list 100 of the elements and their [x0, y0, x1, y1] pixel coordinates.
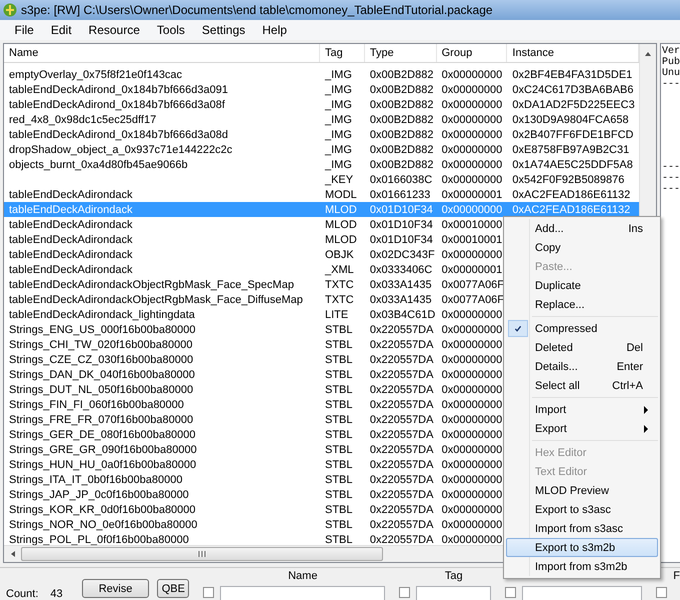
menu-item[interactable]: Export to s3m2b: [506, 538, 658, 557]
table-cell-text: 0x00000000: [440, 414, 504, 426]
table-cell-text: 0x0077A06F: [440, 294, 506, 306]
table-cell-text: 0x00000000: [440, 398, 504, 410]
table-cell-text: STBL: [324, 458, 354, 470]
table-cell-text: 0x00000000: [440, 174, 504, 186]
menu-item[interactable]: Import from s3asc: [506, 519, 658, 538]
menu-item[interactable]: Compressed: [506, 319, 658, 338]
column-header[interactable]: Type: [364, 44, 437, 62]
table-cell-text: STBL: [324, 368, 354, 380]
table-cell-text: tableEndDeckAdirondack_lightingdata: [8, 308, 196, 320]
table-cell-text: 0x00000000: [440, 84, 504, 96]
table-cell-text: STBL: [324, 354, 354, 366]
checkbox[interactable]: [505, 587, 516, 598]
table-cell-text: Strings_DUT_NL_050f16b00ba80000: [8, 384, 194, 396]
table-cell-text: Strings_CZE_CZ_030f16b00ba80000: [8, 354, 194, 366]
table-cell-text: 0x00000000: [440, 384, 504, 396]
table-cell-text: 0x2B407FF6FDE1BFCD: [511, 128, 634, 140]
table-cell-text: Strings_ENG_US_000f16b00ba80000: [8, 324, 197, 336]
table-row[interactable]: red_4x8_0x98dc1c5ec25dff17 _IMG 0x00B2D882 0x00000000 0x130D9A9804FCA658: [4, 112, 639, 127]
table-row[interactable]: tableEndDeckAdirond_0x184b7bf666d3a091 _IMG 0x00B2D882 0x00000000 0xC24C617D3BA6BAB6: [4, 82, 639, 97]
table-cell-text: 0x00B2D882: [368, 144, 434, 156]
menu-item[interactable]: Duplicate: [506, 276, 658, 295]
menu-item[interactable]: Replace...: [506, 295, 658, 314]
table-cell-text: 0x00B2D882: [368, 68, 434, 80]
table-cell-text: tableEndDeckAdirondack: [8, 264, 134, 276]
menu-item[interactable]: Resource: [80, 23, 148, 37]
menu-item[interactable]: Copy: [506, 238, 658, 257]
menu-item[interactable]: Export to s3asc: [506, 500, 658, 519]
menu-item[interactable]: Tools: [148, 23, 194, 37]
menu-item[interactable]: Details... Enter: [506, 357, 658, 376]
table-cell-text: emptyOverlay_0x75f8f21e0f143cac: [8, 68, 184, 80]
scroll-thumb[interactable]: [21, 547, 383, 561]
checkbox[interactable]: [203, 587, 214, 598]
column-header[interactable]: Tag: [320, 44, 365, 62]
filter-field[interactable]: [416, 586, 492, 600]
menu-item[interactable]: Deleted Del: [506, 338, 658, 357]
table-row[interactable]: emptyOverlay_0x75f8f21e0f143cac _IMG 0x00B2D882 0x00000000 0x2BF4EB4FA31D5DE1: [4, 67, 639, 82]
count-value: 43: [50, 588, 63, 600]
qbe-button[interactable]: QBE: [157, 579, 190, 598]
table-cell-text: 0x00000000: [440, 444, 504, 456]
column-header[interactable]: Group: [436, 44, 508, 62]
table-cell-text: STBL: [324, 338, 354, 350]
table-cell-text: _IMG: [324, 98, 353, 110]
table-cell-text: _IMG: [324, 158, 353, 170]
table-cell-text: 0x00000001: [440, 264, 504, 276]
table-cell-text: STBL: [324, 414, 354, 426]
table-cell-text: 0x0333406C: [368, 264, 434, 276]
table-cell-text: 0x00B2D882: [368, 158, 434, 170]
revise-button[interactable]: Revise: [82, 579, 150, 598]
menu-item[interactable]: Import: [506, 400, 658, 419]
table-cell-text: STBL: [324, 444, 354, 456]
table-cell-text: _XML: [324, 264, 355, 276]
table-cell-text: 0x01661233: [368, 188, 432, 200]
filter-field[interactable]: [220, 586, 386, 600]
checkbox[interactable]: [399, 587, 410, 598]
app-icon: [3, 3, 17, 17]
menu-item[interactable]: Settings: [193, 23, 254, 37]
table-row[interactable]: tableEndDeckAdirond_0x184b7bf666d3a08f _IMG 0x00B2D882 0x00000000 0xDA1AD2F5D225EEC3: [4, 97, 639, 112]
table-cell-text: 0x130D9A9804FCA658: [511, 114, 630, 126]
menu-item[interactable]: Help: [254, 23, 296, 37]
table-cell-text: 0xAC2FEAD186E61132: [511, 188, 632, 200]
table-cell-text: STBL: [324, 384, 354, 396]
menu-item[interactable]: Add... Ins: [506, 219, 658, 238]
table-cell-text: 0x01D10F34: [368, 234, 434, 246]
table-cell-text: Strings_GRE_GR_090f16b00ba80000: [8, 444, 198, 456]
table-cell-text: 0x220557DA: [368, 398, 434, 410]
menu-item[interactable]: Select all Ctrl+A: [506, 376, 658, 395]
info-line: ---: [662, 173, 680, 184]
menu-item[interactable]: Edit: [42, 23, 80, 37]
table-cell-text: tableEndDeckAdirond_0x184b7bf666d3a08f: [8, 98, 226, 110]
table-cell-text: LITE: [324, 308, 350, 320]
table-cell-text: STBL: [324, 504, 354, 516]
table-cell-text: 0x00000000: [440, 338, 504, 350]
table-cell-text: _IMG: [324, 84, 353, 96]
table-row[interactable]: _KEY 0x0166038C 0x00000000 0x542F0F92B5089876: [4, 172, 639, 187]
table-cell-text: 0x01D10F34: [368, 204, 434, 216]
column-header[interactable]: Name: [4, 44, 320, 62]
table-row[interactable]: objects_burnt_0xa4d80fb45ae9066b _IMG 0x00B2D882 0x00000000 0x1A74AE5C25DDF5A8: [4, 157, 639, 172]
table-row[interactable]: tableEndDeckAdirondack MODL 0x01661233 0x00000001 0xAC2FEAD186E61132: [4, 187, 639, 202]
menu-item[interactable]: File: [6, 23, 42, 37]
table-row[interactable]: tableEndDeckAdirond_0x184b7bf666d3a08d _IMG 0x00B2D882 0x00000000 0x2B407FF6FDE1BFCD: [4, 127, 639, 142]
table-cell-text: 0x220557DA: [368, 488, 434, 500]
table-cell-text: 0x00000000: [440, 428, 504, 440]
menu-item[interactable]: MLOD Preview: [506, 481, 658, 500]
menu-item[interactable]: Export: [506, 419, 658, 438]
table-row[interactable]: dropShadow_object_a_0x937c71e144222c2c _IMG 0x00B2D882 0x00000000 0xE8758FB97A9B2C31: [4, 142, 639, 157]
table-cell-text: 0x00010001: [440, 234, 504, 246]
table-cell-text: _IMG: [324, 144, 353, 156]
table-cell-text: Strings_JAP_JP_0c0f16b00ba80000: [8, 488, 190, 500]
table-cell-text: 0x542F0F92B5089876: [511, 174, 626, 186]
filter-field[interactable]: [522, 586, 642, 600]
table-cell-text: 0x033A1435: [368, 294, 433, 306]
menu-item[interactable]: Import from s3m2b: [506, 557, 658, 576]
info-line: Unu: [662, 68, 680, 79]
table-cell-text: 0x00000000: [440, 474, 504, 486]
table-cell-text: tableEndDeckAdirondackObjectRgbMask_Face_DiffuseMap: [8, 294, 304, 306]
checkbox[interactable]: [656, 587, 668, 598]
table-cell-text: 0x00000000: [440, 534, 504, 545]
table-cell-text: 0x00000000: [440, 504, 504, 516]
